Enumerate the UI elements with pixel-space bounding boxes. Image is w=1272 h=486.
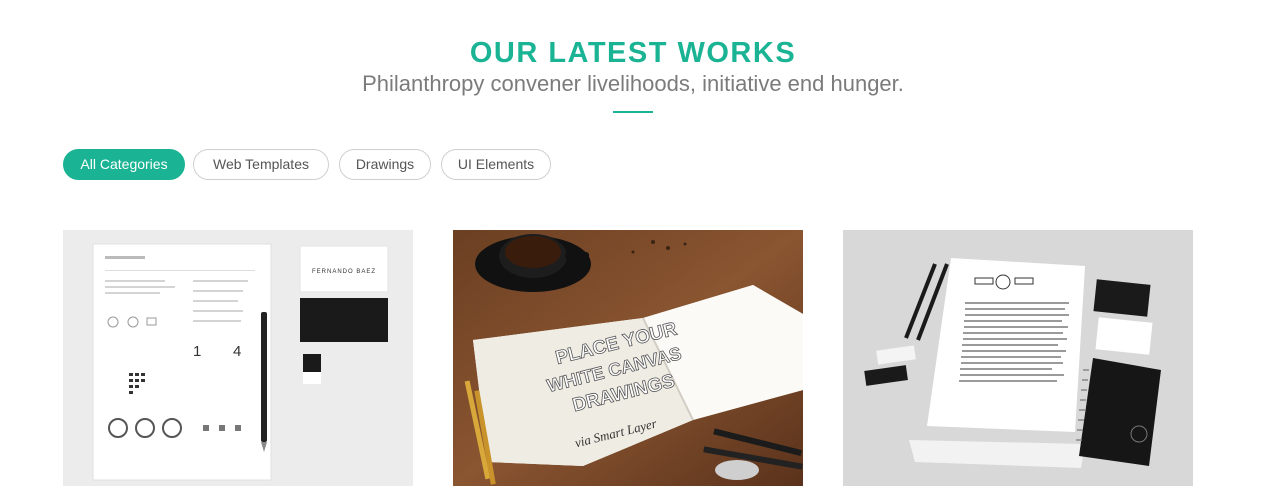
section-title: OUR LATEST WORKS — [469, 37, 797, 70]
business-card-name: FERNANDO BAEZ — [312, 269, 376, 275]
filter-ui-elements[interactable]: UI Elements — [441, 149, 551, 180]
sketchbook-image: PLACE YOUR WHITE CANVAS DRAWINGS via Sma… — [453, 230, 803, 486]
filter-drawings[interactable]: Drawings — [339, 149, 431, 180]
filter-web-templates[interactable]: Web Templates — [193, 149, 329, 180]
stationery-mockup-image — [843, 230, 1193, 486]
work-item-sketchbook[interactable]: PLACE YOUR WHITE CANVAS DRAWINGS via Sma… — [453, 230, 803, 486]
resume-mockup-image: 1 4 FERNANDO BAEZ — [63, 230, 413, 486]
resume-stat-2: 4 — [233, 343, 241, 360]
filter-all-categories[interactable]: All Categories — [63, 149, 185, 180]
work-item-stationery[interactable] — [843, 230, 1193, 486]
work-item-resume[interactable]: 1 4 FERNANDO BAEZ — [63, 230, 413, 486]
resume-stat-1: 1 — [193, 343, 201, 360]
title-divider — [613, 111, 653, 113]
section-subtitle: Philanthropy convener livelihoods, initi… — [362, 71, 904, 96]
